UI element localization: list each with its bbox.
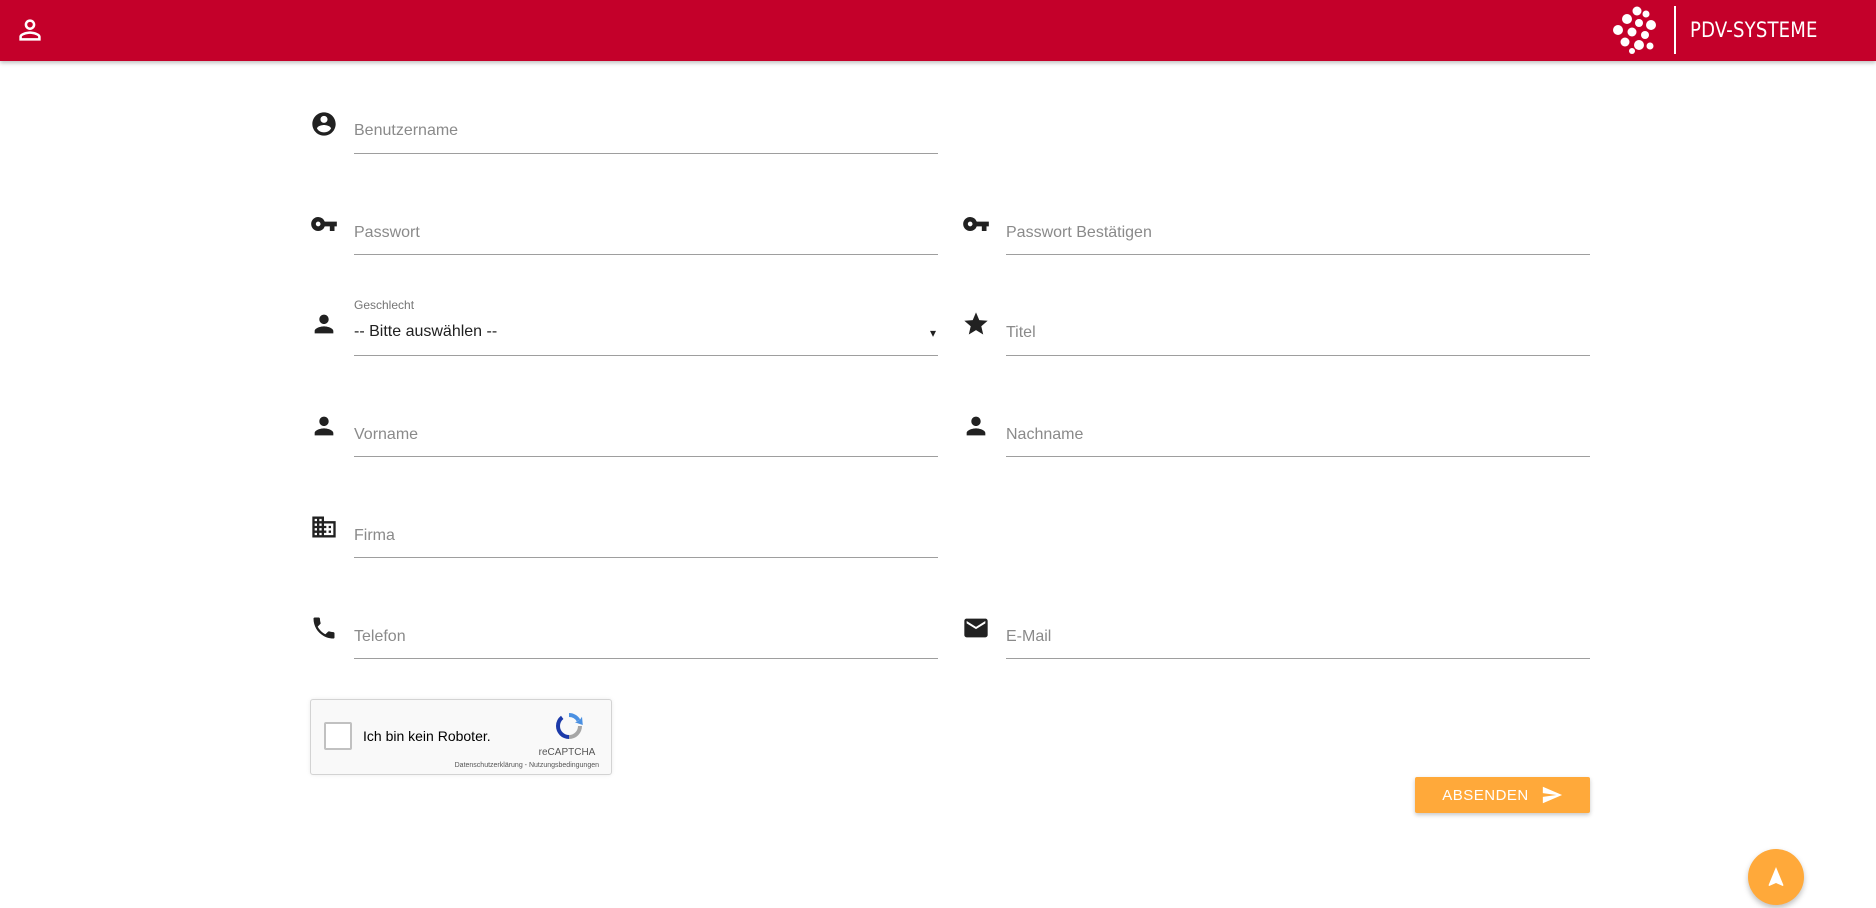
lastname-underline	[1006, 456, 1590, 457]
brand-name: PDV-SYSTEME	[1689, 18, 1818, 42]
email-underline	[1006, 658, 1590, 659]
submit-button[interactable]: ABSENDEN	[1415, 777, 1590, 813]
submit-label: ABSENDEN	[1442, 786, 1529, 804]
password-underline	[354, 254, 938, 255]
navigation-fab[interactable]	[1748, 849, 1804, 905]
email-input[interactable]	[1006, 626, 1590, 648]
email-field	[962, 614, 1590, 664]
gender-label: Geschlecht	[354, 298, 415, 312]
firstname-underline	[354, 456, 938, 457]
firstname-field	[310, 412, 938, 462]
person-icon	[962, 412, 990, 440]
recaptcha-checkbox[interactable]	[324, 722, 352, 750]
building-icon	[310, 513, 338, 541]
gender-select[interactable]: Geschlecht -- Bitte auswählen -- ▾	[310, 296, 938, 356]
company-field	[310, 513, 938, 563]
recaptcha-links[interactable]: Datenschutzerklärung - Nutzungsbedingung…	[455, 762, 599, 769]
chevron-down-icon: ▾	[929, 326, 936, 340]
password-input[interactable]	[354, 222, 938, 244]
gender-value: -- Bitte auswählen --	[354, 323, 498, 340]
password-confirm-field	[962, 210, 1590, 260]
password-field	[310, 210, 938, 260]
person-icon	[310, 412, 338, 440]
person-icon	[310, 310, 338, 338]
key-icon	[310, 210, 338, 238]
firstname-input[interactable]	[354, 424, 938, 446]
title-field	[962, 310, 1590, 360]
company-input[interactable]	[354, 525, 938, 547]
lastname-field	[962, 412, 1590, 462]
phone-underline	[354, 658, 938, 659]
pdv-logo-mark-icon	[1612, 6, 1656, 54]
company-underline	[354, 557, 938, 558]
pdv-logo[interactable]: PDV-SYSTEME	[1610, 5, 1838, 55]
logo-divider	[1673, 6, 1676, 54]
recaptcha-logo-icon	[556, 713, 583, 739]
password-confirm-underline	[1006, 254, 1590, 255]
lastname-input[interactable]	[1006, 424, 1590, 446]
mail-icon	[962, 614, 990, 642]
phone-input[interactable]	[354, 626, 938, 648]
username-input[interactable]	[354, 120, 938, 142]
star-icon	[962, 310, 990, 338]
username-underline	[354, 153, 938, 154]
phone-field	[310, 614, 938, 664]
person-outline-icon[interactable]	[14, 14, 46, 46]
send-icon	[1542, 786, 1562, 804]
username-field	[310, 108, 938, 158]
gender-underline	[354, 355, 938, 356]
navigation-icon	[1768, 867, 1784, 886]
title-input[interactable]	[1006, 322, 1590, 344]
recaptcha-label: Ich bin kein Roboter.	[363, 728, 491, 744]
password-confirm-input[interactable]	[1006, 222, 1590, 244]
key-icon	[962, 210, 990, 238]
top-app-bar: PDV-SYSTEME	[0, 0, 1876, 61]
recaptcha-widget: Ich bin kein Roboter. reCAPTCHA Datensch…	[310, 699, 612, 775]
account-circle-icon	[310, 110, 338, 138]
title-underline	[1006, 355, 1590, 356]
phone-icon	[310, 614, 338, 642]
recaptcha-brand: reCAPTCHA	[538, 747, 596, 758]
